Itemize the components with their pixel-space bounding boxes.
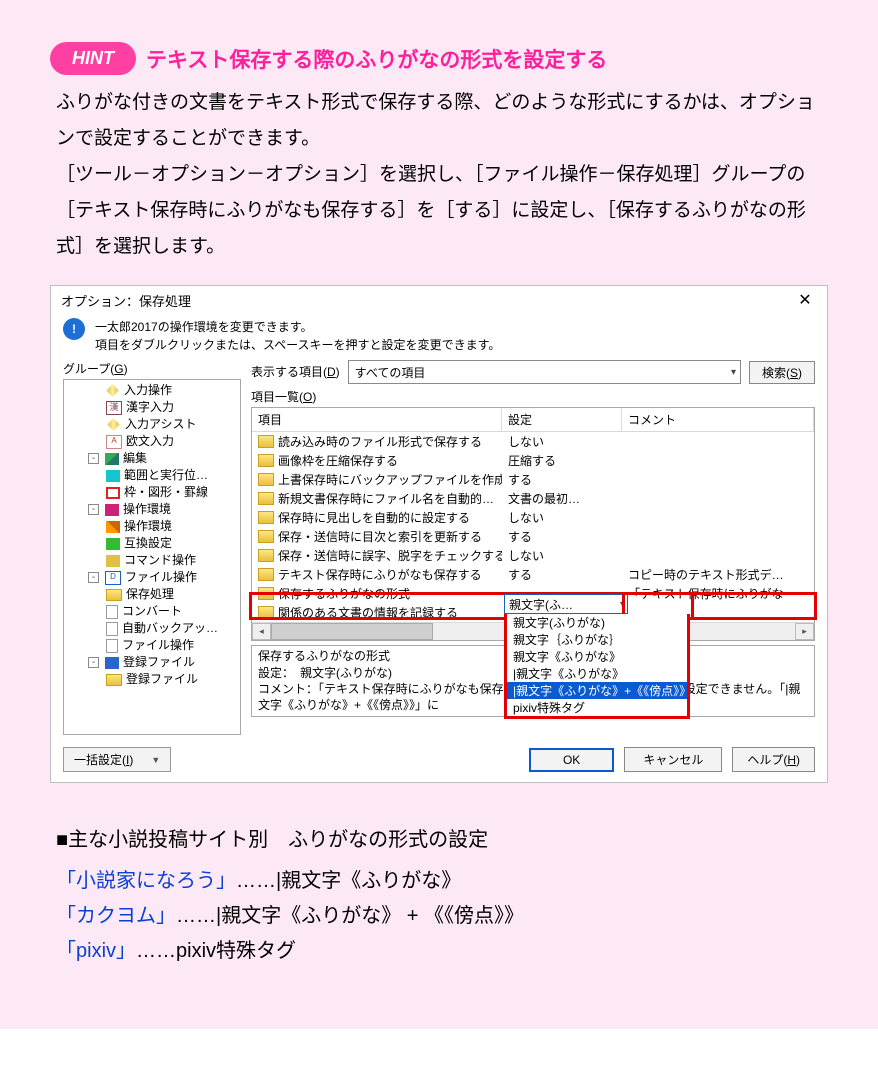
doc-icon — [106, 605, 118, 619]
item-list[interactable]: 項目 設定 コメント 読み込み時のファイル形式で保存する しない 画像枠を圧縮保… — [251, 407, 815, 641]
table-row[interactable]: 保存・送信時に誤字、脱字をチェックする しない — [252, 546, 814, 565]
scroll-left-icon[interactable]: ◂ — [252, 623, 271, 640]
chevron-down-icon: ▼ — [151, 755, 160, 765]
tree-item[interactable]: -登録ファイル — [64, 654, 240, 671]
table-row[interactable]: 保存・送信時に目次と索引を更新する する — [252, 527, 814, 546]
body-paragraph: ふりがな付きの文書をテキスト形式で保存する際、どのような形式にするかは、オプショ… — [56, 85, 822, 265]
joy-icon — [105, 504, 119, 516]
folder-icon — [258, 568, 274, 581]
dropdown-option[interactable]: pixiv特殊タグ — [507, 699, 687, 716]
tree-item[interactable]: ファイル操作 — [64, 637, 240, 654]
folder-icon — [258, 530, 274, 543]
chevron-down-icon: ▾ — [620, 599, 625, 610]
tree-item[interactable]: 漢漢字入力 — [64, 399, 240, 416]
group-tree[interactable]: 入力操作漢漢字入力入力アシストA欧文入力-編集範囲と実行位…枠・図形・罫線-操作… — [63, 379, 241, 735]
tree-item[interactable]: 保存処理 — [64, 586, 240, 603]
folder-icon — [258, 587, 274, 600]
wrench-icon — [106, 521, 120, 533]
subheading: ■主な小説投稿サイト別 ふりがなの形式の設定 — [56, 823, 828, 852]
help-button[interactable]: ヘルプ(H) — [732, 747, 815, 772]
tree-item[interactable]: コンバート — [64, 603, 240, 620]
inter-icon — [106, 538, 120, 550]
pen-icon — [105, 453, 119, 465]
table-row[interactable]: 画像枠を圧縮保存する 圧縮する — [252, 451, 814, 470]
site-line: 「小説家になろう」……|親文字《ふりがな》 — [56, 864, 828, 899]
tree-item[interactable]: 登録ファイル — [64, 671, 240, 688]
folder-icon — [258, 454, 274, 467]
folder-icon — [258, 549, 274, 562]
aa-icon: A — [106, 435, 122, 449]
doc-icon — [106, 639, 118, 653]
tree-item[interactable]: 範囲と実行位… — [64, 467, 240, 484]
scroll-right-icon[interactable]: ▸ — [795, 623, 814, 640]
folder-icon — [258, 606, 274, 619]
site-line: 「pixiv」……pixiv特殊タグ — [56, 934, 828, 969]
diamond-icon — [107, 419, 120, 432]
dropdown-option[interactable]: 親文字《ふりがな》 — [507, 648, 687, 665]
frame-icon — [106, 487, 120, 499]
col-item[interactable]: 項目 — [252, 408, 502, 432]
dialog-title: オプション：保存処理 — [61, 291, 191, 310]
batch-settings-button[interactable]: 一括設定(I) ▼ — [63, 747, 171, 772]
folder-icon — [258, 435, 274, 448]
dropdown-option[interactable]: 親文字｛ふりがな｝ — [507, 631, 687, 648]
sel-icon — [106, 470, 120, 482]
cmd-icon — [106, 555, 120, 567]
ok-button[interactable]: OK — [529, 748, 614, 772]
reg-icon — [105, 657, 119, 669]
tree-item[interactable]: 入力操作 — [64, 382, 240, 399]
folder-icon — [258, 511, 274, 524]
folder-icon — [106, 674, 122, 686]
tree-item[interactable]: 枠・図形・罫線 — [64, 484, 240, 501]
chevron-down-icon: ▾ — [731, 367, 736, 378]
dropdown-option[interactable]: 親文字(ふりがな) — [507, 614, 687, 631]
info-icon: ! — [63, 318, 85, 340]
hint-pill: HINT — [50, 42, 136, 75]
options-dialog: オプション：保存処理 ✕ ! 一太郎2017の操作環境を変更できます。 項目をダ… — [50, 285, 828, 783]
table-row[interactable]: 保存時に見出しを自動的に設定する しない — [252, 508, 814, 527]
table-row[interactable]: テキスト保存時にふりがなも保存する する コピー時のテキスト形式デ… — [252, 565, 814, 584]
scroll-thumb[interactable] — [271, 623, 433, 640]
col-comment[interactable]: コメント — [622, 408, 814, 432]
table-row[interactable]: 新規文書保存時にファイル名を自動的… 文書の最初… — [252, 489, 814, 508]
tree-item[interactable]: -操作環境 — [64, 501, 240, 518]
doc-icon — [106, 622, 118, 636]
tree-item[interactable]: 自動バックアッ… — [64, 620, 240, 637]
tree-item[interactable]: 入力アシスト — [64, 416, 240, 433]
hint-title: テキスト保存する際のふりがなの形式を設定する — [146, 44, 607, 74]
table-row[interactable]: 読み込み時のファイル形式で保存する しない — [252, 432, 814, 451]
display-label: 表示する項目(D) — [251, 363, 340, 380]
group-label: グループ(G) — [63, 360, 241, 377]
folder-icon — [258, 492, 274, 505]
diamond-icon — [106, 385, 119, 398]
tree-item[interactable]: -Dファイル操作 — [64, 569, 240, 586]
tree-item[interactable]: 操作環境 — [64, 518, 240, 535]
furigana-format-dropdown[interactable]: 親文字(ふりがな)親文字｛ふりがな｝親文字《ふりがな》|親文字《ふりがな》|親文… — [504, 614, 690, 719]
tree-item[interactable]: コマンド操作 — [64, 552, 240, 569]
tree-item[interactable]: 互換設定 — [64, 535, 240, 552]
close-icon[interactable]: ✕ — [791, 290, 819, 310]
site-line: 「カクヨム」……|親文字《ふりがな》 + 《《傍点》》 — [56, 899, 828, 934]
dialog-info: 一太郎2017の操作環境を変更できます。 項目をダブルクリックまたは、スペースキ… — [95, 318, 500, 354]
tree-item[interactable]: A欧文入力 — [64, 433, 240, 450]
file-icon: D — [105, 571, 121, 585]
table-row[interactable]: 上書保存時にバックアップファイルを作成… する — [252, 470, 814, 489]
display-select[interactable]: すべての項目 ▾ — [348, 360, 741, 384]
list-label: 項目一覧(O) — [251, 388, 815, 405]
tree-item[interactable]: -編集 — [64, 450, 240, 467]
furigana-format-select[interactable]: 親文字(ふ… ▾ — [504, 594, 628, 614]
search-button[interactable]: 検索(S) — [749, 361, 815, 384]
han-icon: 漢 — [106, 401, 122, 415]
folder-icon — [258, 473, 274, 486]
folder-icon — [106, 589, 122, 601]
dropdown-option[interactable]: |親文字《ふりがな》 — [507, 665, 687, 682]
col-setting[interactable]: 設定 — [502, 408, 622, 432]
dropdown-option[interactable]: |親文字《ふりがな》+《《傍点》》 — [507, 682, 687, 699]
cancel-button[interactable]: キャンセル — [624, 747, 722, 772]
